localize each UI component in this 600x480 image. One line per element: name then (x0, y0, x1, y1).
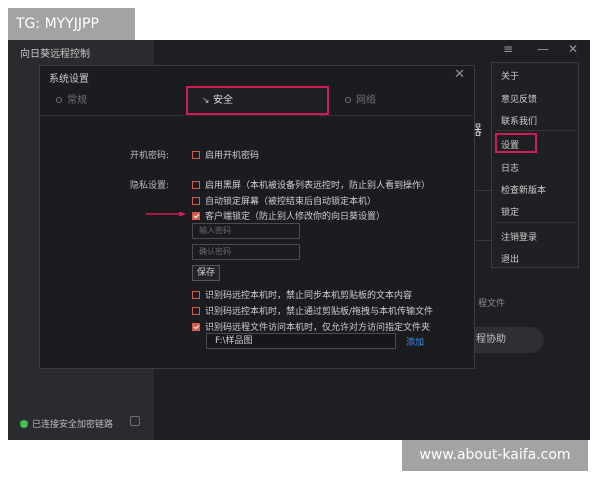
option-label: 客户端锁定（防止别人修改你的向日葵设置） (205, 212, 386, 222)
tab-label: 安全 (213, 95, 233, 106)
menu-divider (496, 130, 576, 131)
folder-path-field[interactable]: F:\样品图 (206, 333, 396, 349)
privacy-option-clientlock[interactable]: 客户端锁定（防止别人修改你的向日葵设置） (192, 209, 385, 222)
menu-item-feedback[interactable]: 意见反馈 (501, 92, 537, 105)
checkbox[interactable] (192, 150, 200, 159)
menu-item-lock[interactable]: 锁定 (501, 205, 519, 218)
status-dot-icon (20, 419, 28, 428)
menu-divider (496, 222, 576, 223)
connection-status: 已连接安全加密链路 (20, 417, 113, 430)
network-icon (345, 97, 351, 103)
checkbox[interactable] (192, 306, 200, 315)
confirm-password-input[interactable]: 确认密码 (192, 244, 300, 260)
option-label: 识别码远控本机时，禁止同步本机剪贴板的文本内容 (205, 291, 413, 301)
status-text: 已连接安全加密链路 (32, 420, 114, 430)
dialog-title: 系统设置 (49, 74, 89, 85)
option-label: 启用黑屏（本机被设备列表远控时，防止别人看到操作） (205, 181, 431, 191)
menu-item-about[interactable]: 关于 (501, 69, 519, 82)
boot-password-option[interactable]: 启用开机密码 (192, 148, 259, 161)
checkbox-checked[interactable] (192, 211, 200, 220)
menu-item-settings[interactable]: 设置 (501, 138, 519, 151)
checkbox-checked[interactable] (192, 322, 200, 331)
minimize-icon[interactable]: — (535, 42, 551, 56)
privacy-option-autolock[interactable]: 自动锁定屏幕（被控结束后自动锁定本机） (192, 194, 376, 207)
main-menu: 关于 意见反馈 联系我们 设置 日志 检查新版本 锁定 注销登录 退出 (491, 62, 579, 268)
app-title: 向日葵远程控制 (20, 49, 90, 60)
menu-item-exit[interactable]: 退出 (501, 252, 519, 265)
option-label: 识别码远程文件访问本机时，仅允许对方访问指定文件夹 (205, 323, 431, 333)
privacy-label: 隐私设置: (130, 181, 170, 191)
privacy-option-blackscreen[interactable]: 启用黑屏（本机被设备列表远控时，防止别人看到操作） (192, 178, 430, 191)
boot-password-label: 开机密码: (130, 151, 170, 161)
option-label: 识别码远控本机时，禁止通过剪贴板/拖拽与本机传输文件 (205, 307, 434, 317)
checkbox[interactable] (192, 180, 200, 189)
remote-option-file-transfer[interactable]: 识别码远控本机时，禁止通过剪贴板/拖拽与本机传输文件 (192, 304, 433, 317)
checkbox[interactable] (192, 290, 200, 299)
option-label: 启用开机密码 (205, 151, 260, 161)
lock-icon[interactable] (130, 416, 140, 426)
remote-option-clipboard-text[interactable]: 识别码远控本机时，禁止同步本机剪贴板的文本内容 (192, 288, 412, 301)
password-input[interactable]: 输入密码 (192, 223, 300, 239)
remote-option-folder-access[interactable]: 识别码远程文件访问本机时，仅允许对方访问指定文件夹 (192, 320, 430, 333)
menu-icon[interactable]: ≡ (500, 42, 516, 56)
add-folder-link[interactable]: 添加 (406, 335, 424, 348)
menu-item-logout[interactable]: 注销登录 (501, 230, 537, 243)
tab-label: 常规 (67, 95, 87, 106)
watermark-bottom: www.about-kaifa.com (402, 440, 588, 471)
general-icon (56, 97, 62, 103)
tab-label: 网络 (356, 95, 376, 106)
tab-bar: 常规 ↘ 安全 网络 (40, 86, 476, 116)
save-button[interactable]: 保存 (192, 265, 220, 281)
option-label: 自动锁定屏幕（被控结束后自动锁定本机） (205, 197, 377, 207)
bg-text-fragment: 程文件 (478, 299, 506, 309)
checkbox[interactable] (192, 196, 200, 205)
menu-item-log[interactable]: 日志 (501, 161, 519, 174)
page: TG: MYYJJPP 向日葵远程控制 ≡ — ✕ 器 程文件 程协助 已连接安… (0, 0, 600, 480)
menu-item-contact[interactable]: 联系我们 (501, 114, 537, 127)
tab-general[interactable]: 常规 (56, 86, 87, 116)
annotation-arrow-icon (146, 212, 186, 216)
tab-network[interactable]: 网络 (345, 86, 376, 116)
dialog-close-icon[interactable]: ✕ (454, 67, 465, 82)
tab-security[interactable]: ↘ 安全 (186, 86, 329, 115)
watermark-top: TG: MYYJJPP (8, 8, 135, 40)
security-icon: ↘ (202, 96, 210, 106)
menu-item-check-update[interactable]: 检查新版本 (501, 183, 546, 196)
close-icon[interactable]: ✕ (565, 42, 581, 56)
